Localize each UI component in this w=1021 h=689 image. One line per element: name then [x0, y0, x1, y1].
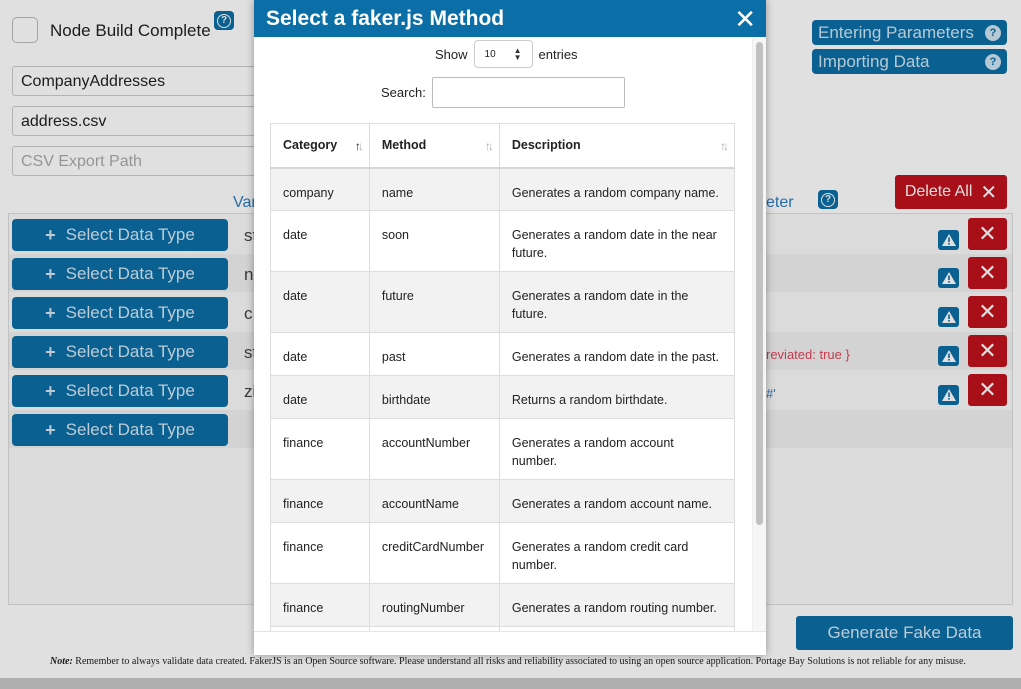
column-header-label: Category [283, 138, 338, 153]
table-row[interactable]: date birthdate Returns a random birthdat… [270, 375, 736, 419]
description-cell: Generates a random date in the near futu… [498, 210, 736, 272]
method-cell: accountName [368, 479, 500, 523]
category-cell: finance [270, 522, 370, 584]
table-row[interactable]: finance accountNumber Generates a random… [270, 418, 736, 480]
table-row[interactable]: date soon Generates a random date in the… [270, 210, 736, 272]
category-cell: date [270, 332, 370, 376]
sort-icon: ↑↓ [484, 139, 494, 153]
table-row[interactable]: finance accountName Generates a random a… [270, 479, 736, 523]
table-search: Search: [381, 77, 625, 108]
dialog-scrollbar[interactable] [752, 37, 766, 631]
chevron-up-down-icon: ▲ ▼ [513, 46, 522, 62]
table-row[interactable]: finance creditCardNumber Generates a ran… [270, 522, 736, 584]
table-row[interactable]: company name Generates a random company … [270, 167, 736, 211]
method-cell: name [368, 167, 500, 211]
table-row[interactable]: finance routingNumber Generates a random… [270, 583, 736, 627]
methods-table: Category ↑↓ Method ↑↓ Description ↑↓ compan… [270, 123, 736, 631]
entries-select[interactable]: 10 ▲ ▼ [473, 40, 533, 68]
category-cell: company [270, 167, 370, 211]
description-cell: Generates a random routing number. [498, 583, 736, 627]
entries-label: entries [538, 46, 578, 62]
dialog-body: Show 10 ▲ ▼ entries Search: Category ↑↓ Me… [254, 37, 752, 631]
category-cell: date [270, 271, 370, 333]
sort-icon: ↑↓ [720, 139, 729, 153]
method-cell: creditCardNumber [368, 522, 500, 584]
description-cell: Generates a random company name. [498, 167, 736, 211]
entries-value: 10 [484, 48, 496, 60]
category-cell: finance [270, 418, 370, 480]
method-cell: birthdate [368, 375, 500, 419]
close-icon[interactable]: ✕ [734, 6, 756, 32]
column-header-description[interactable]: Description ↑↓ [498, 123, 736, 169]
table-header-row: Category ↑↓ Method ↑↓ Description ↑↓ [270, 123, 736, 169]
description-cell: Generates a random date in the past. [498, 332, 736, 376]
description-cell: Generates a random credit card number. [498, 522, 736, 584]
method-cell: accountNumber [368, 418, 500, 480]
category-cell: finance [270, 583, 370, 627]
method-cell: past [368, 332, 500, 376]
dialog-footer [254, 631, 766, 655]
method-cell: future [368, 271, 500, 333]
category-cell: date [270, 375, 370, 419]
column-header-label: Method [381, 138, 427, 153]
description-cell: Generates a random account name. [498, 479, 736, 523]
table-row[interactable]: date past Generates a random date in the… [270, 332, 736, 376]
method-cell: soon [368, 210, 500, 272]
description-cell: Returns a random birthdate. [498, 375, 736, 419]
dialog-title: Select a faker.js Method [266, 6, 505, 30]
category-cell: finance [270, 479, 370, 523]
entries-length-control: Show 10 ▲ ▼ entries [435, 40, 578, 68]
search-label: Search: [381, 85, 426, 100]
column-header-method[interactable]: Method ↑↓ [368, 123, 500, 169]
search-input[interactable] [431, 77, 625, 108]
category-cell: date [270, 210, 370, 272]
sort-ascending-icon: ↑↓ [354, 139, 364, 153]
description-cell: Generates a random account number. [498, 418, 736, 480]
scrollbar-thumb[interactable] [756, 42, 763, 525]
dialog-header: Select a faker.js Method ✕ [254, 0, 766, 37]
faker-method-dialog: Select a faker.js Method ✕ Show 10 ▲ ▼ en… [254, 0, 766, 655]
column-header-label: Description [511, 138, 581, 153]
table-row[interactable]: date future Generates a random date in t… [270, 271, 736, 333]
description-cell: Generates a random date in the future. [498, 271, 736, 333]
method-cell: routingNumber [368, 583, 500, 627]
show-label: Show [435, 46, 468, 62]
column-header-category[interactable]: Category ↑↓ [270, 123, 370, 169]
